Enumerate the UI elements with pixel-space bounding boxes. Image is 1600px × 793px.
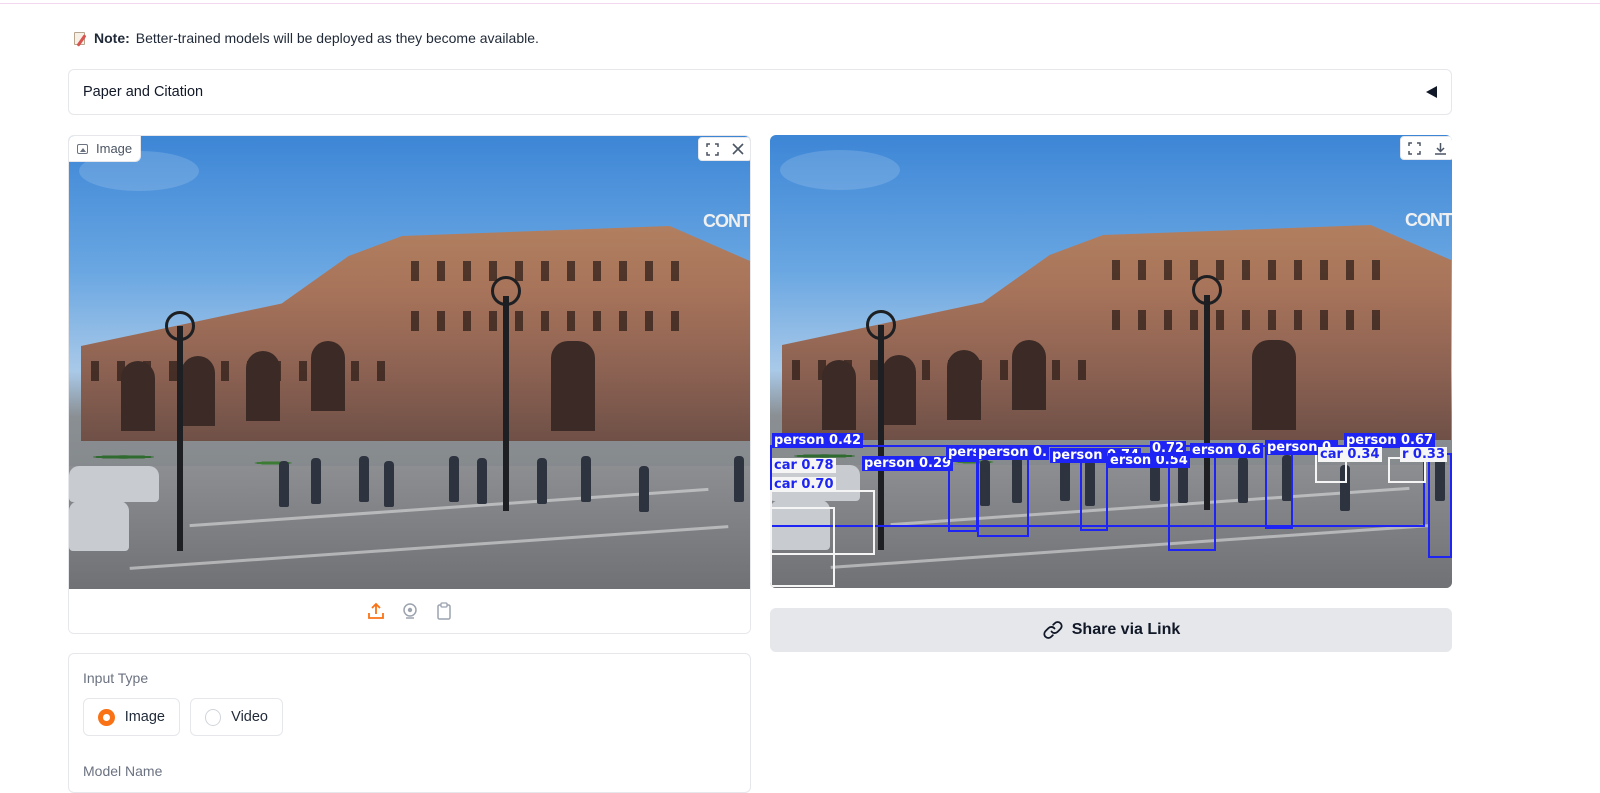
- image-icon: [77, 143, 88, 154]
- detection-label: car 0.78: [772, 458, 836, 473]
- radio-video-label: Video: [231, 709, 268, 725]
- image-component-label: Image: [69, 136, 142, 162]
- building-sign-text: CONT: [703, 211, 750, 231]
- download-icon[interactable]: [1427, 137, 1452, 159]
- accordion-label: Paper and Citation: [83, 84, 204, 100]
- webcam-icon[interactable]: [398, 599, 422, 623]
- fullscreen-icon[interactable]: [1401, 137, 1427, 159]
- detection-box: [1080, 457, 1108, 531]
- detection-label: r 0.33: [1400, 447, 1448, 462]
- input-image-toolbar: [698, 137, 750, 161]
- detection-label: person 0.: [976, 445, 1049, 460]
- top-divider: [0, 3, 1600, 4]
- link-icon: [1043, 621, 1063, 639]
- output-image-toolbar: [1400, 136, 1452, 160]
- input-image: CONT: [69, 136, 750, 589]
- radio-dot-selected: [98, 708, 115, 726]
- clipboard-icon[interactable]: [432, 599, 456, 623]
- detection-label: person 0.42: [772, 433, 864, 448]
- output-detection-image: CONT person 0.42 car 0.78 car 0.70 perso…: [770, 135, 1452, 588]
- close-icon[interactable]: [725, 138, 750, 160]
- fullscreen-icon[interactable]: [699, 138, 725, 160]
- detection-box: [1428, 453, 1452, 558]
- building-sign-text: CONT: [1405, 210, 1452, 230]
- collapse-triangle-icon[interactable]: [1426, 86, 1437, 98]
- paper-citation-accordion[interactable]: Paper and Citation: [68, 69, 1452, 115]
- input-image-panel: CONT Image: [68, 135, 751, 634]
- input-type-label: Input Type: [83, 670, 149, 686]
- detection-box: [1265, 453, 1293, 529]
- radio-image[interactable]: Image: [83, 698, 180, 736]
- note-text: Better-trained models will be deployed a…: [135, 30, 539, 46]
- upload-icon[interactable]: [364, 599, 388, 623]
- detection-label: car 0.70: [772, 477, 836, 492]
- image-source-bar: [69, 589, 750, 633]
- detection-label: car 0.34: [1318, 447, 1382, 462]
- note-bold: Note:: [94, 30, 130, 46]
- radio-dot: [205, 708, 222, 726]
- image-label-text: Image: [96, 141, 133, 156]
- detection-label: 0.72: [1150, 441, 1187, 456]
- detection-label: erson 0.6: [1190, 443, 1263, 458]
- settings-panel: Input Type Image Video Model Name: [68, 653, 751, 793]
- detection-box: [770, 507, 835, 587]
- model-name-label: Model Name: [83, 763, 163, 779]
- detection-label: person 0.29: [862, 456, 954, 471]
- radio-image-label: Image: [124, 709, 165, 725]
- detection-label: person 0.67: [1344, 433, 1436, 448]
- memo-icon: [74, 31, 88, 47]
- note-banner: Note: Better-trained models will be depl…: [74, 30, 539, 47]
- output-image-panel: CONT person 0.42 car 0.78 car 0.70 perso…: [770, 135, 1452, 588]
- share-via-link-button[interactable]: Share via Link: [770, 608, 1452, 652]
- detection-box: [977, 457, 1029, 537]
- radio-video[interactable]: Video: [190, 698, 283, 736]
- share-label: Share via Link: [1071, 621, 1181, 638]
